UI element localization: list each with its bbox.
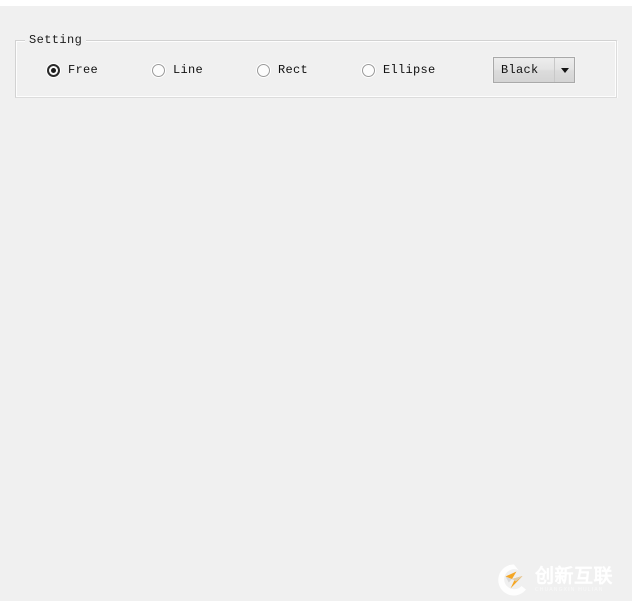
radio-label-rect: Rect [278, 63, 309, 77]
drawing-canvas[interactable] [0, 98, 632, 601]
radio-mark-ellipse[interactable] [362, 63, 375, 77]
radio-mark-free[interactable] [47, 63, 60, 77]
setting-group-title: Setting [25, 32, 87, 48]
color-select-value: Black [501, 63, 539, 77]
radio-option-free[interactable]: Free [47, 61, 98, 79]
app-window: Setting Free Line Rect Ellipse Black 创新互… [0, 6, 632, 601]
chevron-down-icon [560, 67, 569, 73]
color-select-arrow-button[interactable] [554, 58, 574, 82]
radio-mark-line[interactable] [152, 63, 165, 77]
radio-label-ellipse: Ellipse [383, 63, 436, 77]
radio-label-free: Free [68, 63, 99, 77]
radio-label-line: Line [173, 63, 204, 77]
radio-option-line[interactable]: Line [152, 61, 203, 79]
color-select-dropdown[interactable]: Black [493, 57, 575, 83]
radio-option-ellipse[interactable]: Ellipse [362, 61, 436, 79]
radio-option-rect[interactable]: Rect [257, 61, 308, 79]
radio-mark-rect[interactable] [257, 63, 270, 77]
